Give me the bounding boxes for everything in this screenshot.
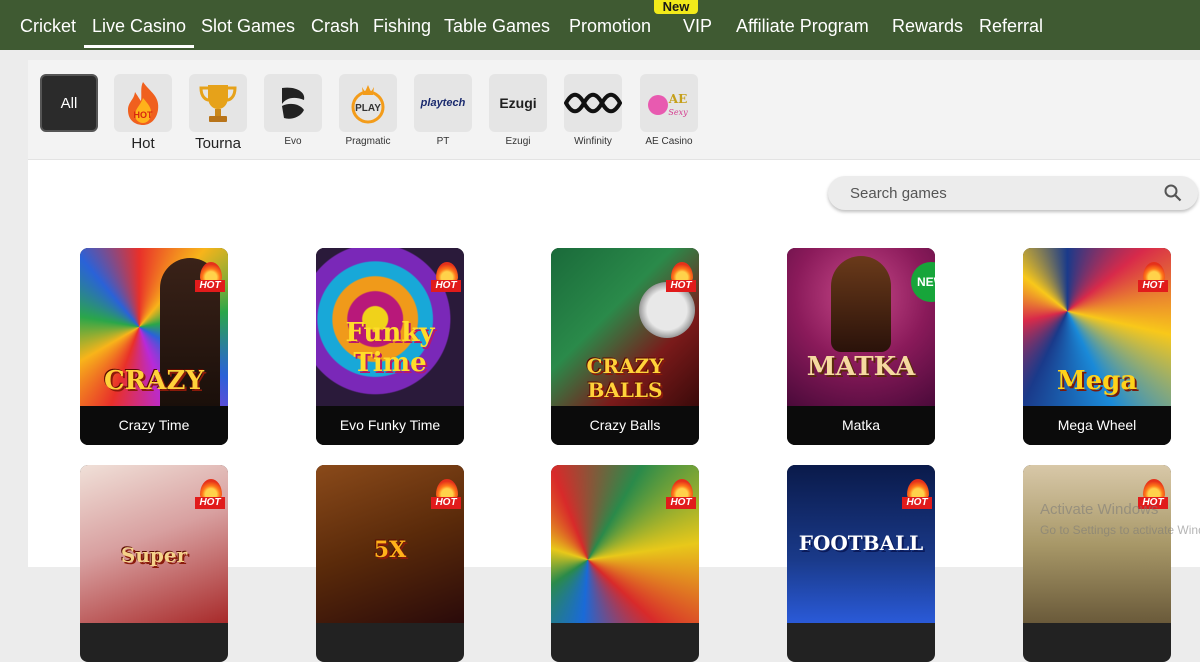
nav-rewards[interactable]: Rewards — [892, 14, 963, 38]
game-card-crazy-time[interactable]: CRAZY HOT Crazy Time — [80, 248, 228, 445]
provider-all-tile: All — [40, 74, 98, 132]
provider-pragmatic[interactable]: PLAY Pragmatic — [338, 74, 398, 147]
search-icon[interactable] — [1164, 184, 1182, 202]
pragmatic-logo-text: PLAY — [355, 103, 381, 114]
hot-badge: HOT — [194, 479, 228, 513]
provider-tourna[interactable]: Tourna — [188, 74, 248, 152]
hot-badge-label: HOT — [431, 497, 461, 509]
game-art-title: Super — [120, 543, 188, 567]
provider-evo[interactable]: Evo — [263, 74, 323, 147]
ezugi-logo-text: Ezugi — [499, 95, 537, 111]
games-panel: All HOT Hot Tourna Evo PLAY Pragmatic pl… — [28, 60, 1200, 662]
game-art-title: CRAZY — [103, 366, 204, 396]
game-title: Matka — [787, 406, 935, 445]
nav-crash[interactable]: Crash — [311, 14, 359, 38]
new-badge: New — [654, 0, 698, 14]
provider-ezugi-label: Ezugi — [505, 136, 531, 147]
provider-hot[interactable]: HOT Hot — [113, 74, 173, 152]
nav-slot-games[interactable]: Slot Games — [201, 14, 295, 38]
hot-badge: HOT — [430, 479, 464, 513]
playtech-logo: playtech — [414, 74, 472, 132]
nav-live-casino[interactable]: Live Casino — [83, 14, 195, 48]
game-card-mega-wheel[interactable]: Mega HOT Mega Wheel — [1023, 248, 1171, 445]
provider-winfinity[interactable]: Winfinity — [563, 74, 623, 147]
winfinity-logo — [564, 74, 622, 132]
hot-badge-label: HOT — [1138, 280, 1168, 292]
nav-affiliate-program[interactable]: Affiliate Program — [736, 14, 869, 38]
game-art-title: CRAZY BALLS — [586, 354, 664, 402]
hot-badge: HOT — [901, 479, 935, 513]
provider-ae-casino[interactable]: AE Sexy AE Casino — [639, 74, 699, 147]
hot-badge: HOT — [665, 479, 699, 513]
svg-text:HOT: HOT — [134, 110, 154, 120]
nav-promotion[interactable]: Promotion — [569, 14, 651, 38]
hot-badge: HOT — [194, 262, 228, 296]
game-art-title: 5X — [373, 537, 407, 563]
game-title: Evo Funky Time — [316, 406, 464, 445]
hot-badge: HOT — [1137, 262, 1171, 296]
hot-badge-label: HOT — [666, 497, 696, 509]
provider-evo-label: Evo — [284, 136, 302, 147]
game-card[interactable]: Super HOT — [80, 465, 228, 662]
ezugi-logo: Ezugi — [489, 74, 547, 132]
game-card-crazy-balls[interactable]: CRAZY BALLS HOT Crazy Balls — [551, 248, 699, 445]
game-art-title: FOOTBALL — [798, 531, 924, 555]
game-card-evo-funky-time[interactable]: Funky Time HOT Evo Funky Time — [316, 248, 464, 445]
nav-referral[interactable]: Referral — [979, 14, 1043, 38]
evo-logo — [264, 74, 322, 132]
search-input[interactable] — [850, 182, 1140, 204]
provider-ezugi[interactable]: Ezugi Ezugi — [488, 74, 548, 147]
playtech-logo-text: playtech — [420, 97, 466, 109]
nav-cricket[interactable]: Cricket — [20, 14, 76, 38]
nav-fishing[interactable]: Fishing — [373, 14, 431, 38]
provider-all[interactable]: All — [39, 74, 99, 132]
ae-sexy-logo: AE Sexy — [640, 74, 698, 132]
provider-tourna-label: Tourna — [195, 135, 241, 152]
game-card-matka[interactable]: MATKA NEW Matka — [787, 248, 935, 445]
hot-badge: HOT — [665, 262, 699, 296]
hot-badge-label: HOT — [195, 280, 225, 292]
pragmatic-play-logo: PLAY — [339, 74, 397, 132]
game-title: Mega Wheel — [1023, 406, 1171, 445]
provider-pragmatic-label: Pragmatic — [345, 136, 391, 147]
provider-pt-label: PT — [436, 136, 450, 147]
game-title: Crazy Time — [80, 406, 228, 445]
nav-table-games[interactable]: Table Games — [444, 14, 550, 38]
hot-badge-label: HOT — [666, 280, 696, 292]
hot-badge: HOT — [430, 262, 464, 296]
game-card[interactable]: HOT — [1023, 465, 1171, 662]
game-art-title: Funky Time — [345, 318, 435, 378]
trophy-icon — [189, 74, 247, 132]
provider-winfinity-label: Winfinity — [574, 136, 612, 147]
game-title: Crazy Balls — [551, 406, 699, 445]
hot-badge-label: HOT — [195, 497, 225, 509]
game-card[interactable]: HOT — [551, 465, 699, 662]
watermark-line-2: Go to Settings to activate Windows. — [1040, 523, 1200, 537]
provider-filter-bar: All HOT Hot Tourna Evo PLAY Pragmatic pl… — [28, 60, 1200, 160]
hot-badge-label: HOT — [902, 497, 932, 509]
game-card[interactable]: 5X HOT — [316, 465, 464, 662]
game-art-title: Mega — [1056, 366, 1138, 396]
game-art-title: MATKA — [806, 352, 916, 382]
game-card[interactable]: FOOTBALL HOT — [787, 465, 935, 662]
nav-vip[interactable]: VIP — [683, 14, 712, 38]
provider-ae-casino-label: AE Casino — [645, 136, 693, 147]
windows-activation-watermark: Activate Windows Go to Settings to activ… — [1040, 500, 1200, 540]
search-box — [828, 176, 1198, 210]
svg-text:Sexy: Sexy — [668, 108, 688, 117]
provider-pt[interactable]: playtech PT — [413, 74, 473, 147]
svg-text:AE: AE — [668, 92, 687, 106]
provider-hot-label: Hot — [131, 135, 155, 152]
watermark-line-1: Activate Windows — [1040, 501, 1159, 518]
top-navigation: Cricket Live Casino Slot Games Crash Fis… — [0, 0, 1200, 50]
hot-badge-label: HOT — [431, 280, 461, 292]
fire-icon: HOT — [114, 74, 172, 132]
